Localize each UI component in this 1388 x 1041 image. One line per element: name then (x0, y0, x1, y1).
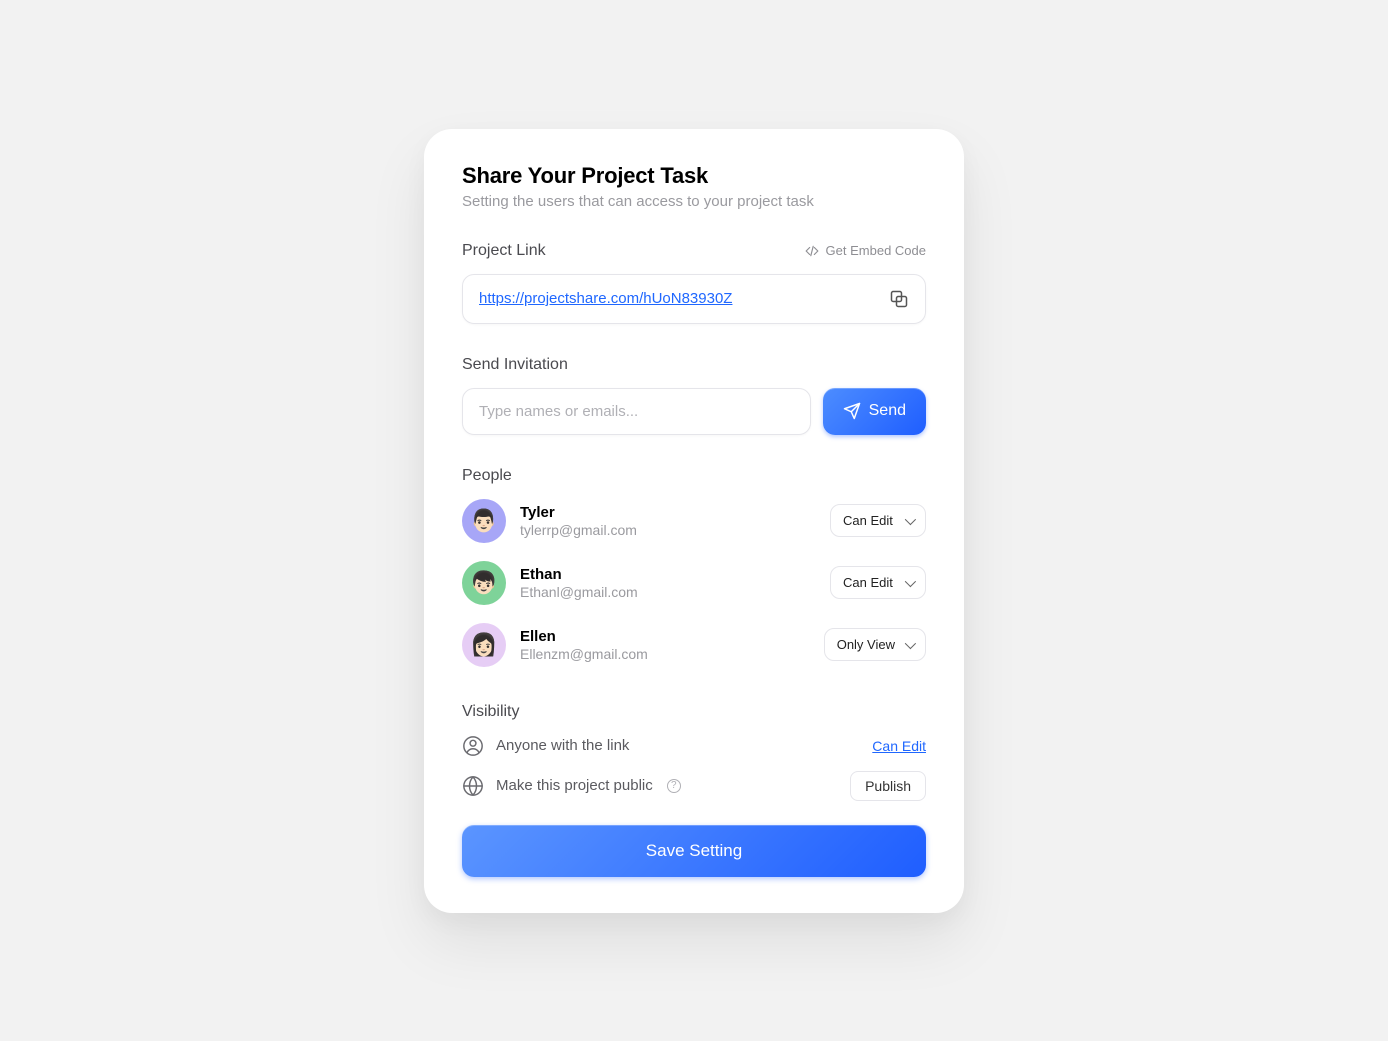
invite-row: Send (462, 388, 926, 435)
person-email: Ellenzm@gmail.com (520, 646, 810, 662)
person-email: Ethanl@gmail.com (520, 584, 816, 600)
visibility-label: Visibility (462, 703, 520, 721)
visibility-public-text: Make this project public (496, 777, 653, 794)
avatar: 👦🏻 (462, 561, 506, 605)
user-icon (462, 735, 484, 757)
visibility-link-text: Anyone with the link (496, 737, 629, 754)
code-icon (804, 244, 820, 258)
person-row: 👨🏻 Tyler tylerrp@gmail.com Can Edit (462, 499, 926, 543)
share-dialog: Share Your Project Task Setting the user… (424, 129, 964, 913)
permission-value: Only View (837, 637, 895, 652)
visibility-link-row: Anyone with the link Can Edit (462, 735, 926, 757)
person-email: tylerrp@gmail.com (520, 522, 816, 538)
project-link-url[interactable]: https://projectshare.com/hUoN83930Z (479, 290, 732, 307)
send-button-label: Send (869, 402, 906, 420)
permission-value: Can Edit (843, 513, 893, 528)
chevron-down-icon (905, 637, 916, 648)
permission-value: Can Edit (843, 575, 893, 590)
people-list: 👨🏻 Tyler tylerrp@gmail.com Can Edit 👦🏻 E… (462, 499, 926, 667)
project-link-header: Project Link Get Embed Code (462, 242, 926, 260)
permission-select[interactable]: Only View (824, 628, 926, 661)
visibility-public-row: Make this project public ? Publish (462, 771, 926, 801)
copy-link-button[interactable] (889, 289, 909, 309)
copy-icon (889, 289, 909, 309)
avatar: 👩🏻 (462, 623, 506, 667)
visibility-public-left: Make this project public ? (462, 775, 681, 797)
permission-select[interactable]: Can Edit (830, 504, 926, 537)
globe-icon (462, 775, 484, 797)
visibility-link-left: Anyone with the link (462, 735, 629, 757)
person-row: 👩🏻 Ellen Ellenzm@gmail.com Only View (462, 623, 926, 667)
embed-code-label: Get Embed Code (826, 243, 926, 258)
person-name: Ellen (520, 628, 810, 645)
send-button[interactable]: Send (823, 388, 926, 435)
send-icon (843, 402, 861, 420)
dialog-subtitle: Setting the users that can access to you… (462, 193, 926, 210)
save-setting-button[interactable]: Save Setting (462, 825, 926, 877)
visibility-header: Visibility (462, 703, 926, 721)
invite-input[interactable] (462, 388, 811, 435)
publish-button[interactable]: Publish (850, 771, 926, 801)
dialog-title: Share Your Project Task (462, 163, 926, 189)
person-name: Ethan (520, 566, 816, 583)
visibility-link-action[interactable]: Can Edit (872, 738, 926, 754)
send-invitation-label: Send Invitation (462, 356, 568, 374)
avatar: 👨🏻 (462, 499, 506, 543)
help-icon[interactable]: ? (667, 779, 681, 793)
chevron-down-icon (905, 575, 916, 586)
project-link-box: https://projectshare.com/hUoN83930Z (462, 274, 926, 324)
person-info: Ellen Ellenzm@gmail.com (520, 628, 810, 662)
people-label: People (462, 467, 512, 485)
people-header: People (462, 467, 926, 485)
person-info: Ethan Ethanl@gmail.com (520, 566, 816, 600)
project-link-label: Project Link (462, 242, 546, 260)
person-name: Tyler (520, 504, 816, 521)
send-invitation-header: Send Invitation (462, 356, 926, 374)
permission-select[interactable]: Can Edit (830, 566, 926, 599)
get-embed-code-link[interactable]: Get Embed Code (804, 243, 926, 258)
person-row: 👦🏻 Ethan Ethanl@gmail.com Can Edit (462, 561, 926, 605)
chevron-down-icon (905, 513, 916, 524)
person-info: Tyler tylerrp@gmail.com (520, 504, 816, 538)
